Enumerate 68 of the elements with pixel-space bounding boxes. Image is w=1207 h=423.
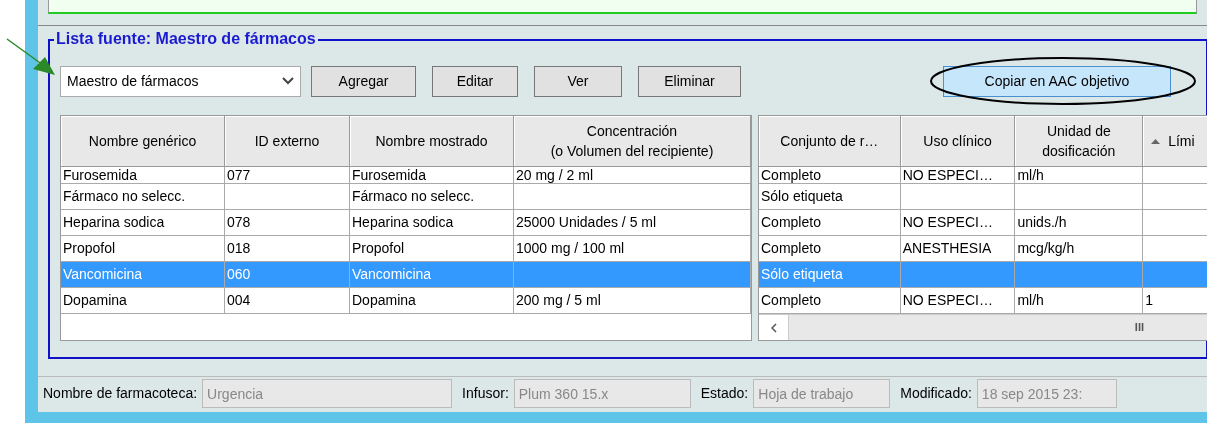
table-cell-text: Propofol [63,239,116,258]
table-cell-text: 078 [227,213,251,232]
table-row[interactable]: Fármaco no selecc. Fármaco no selecc. [61,184,751,210]
field-label: Infusor: [462,384,509,403]
table-row[interactable]: Sólo etiqueta [759,184,1207,210]
column-header[interactable]: Conjunto de r… [759,116,901,167]
column-header[interactable]: Nombre mostrado [350,116,514,167]
action-button[interactable]: Editar [432,65,518,97]
table-cell: Furosemida [63,167,137,183]
table-cell-text: 1000 mg / 100 ml [516,239,625,258]
table-cell-text: Completo [761,291,821,310]
table-row[interactable]: Completo NO ESPECI… ml/h 1 [759,288,1207,314]
source-dropdown[interactable]: Maestro de fármacos [60,65,301,97]
action-button[interactable]: Copiar en AAC objetivo [943,65,1171,97]
column-header[interactable]: Concentración (o Volumen del recipiente) [514,116,751,167]
table-cell-text: 018 [227,239,251,258]
table-cell-text: mcg/kg/h [1017,239,1075,258]
table-row[interactable]: Propofol 018 Propofol 1000 mg / 100 ml [61,236,751,262]
table-cell-text: Completo [761,213,821,232]
table-cell-text: Completo [761,239,821,258]
table-cell-text: Fármaco no selecc. [63,187,186,206]
table-cell-text: 25000 Unidades / 5 ml [516,213,657,232]
scrollbar-grip[interactable]: III [1134,319,1144,336]
scroll-left-icon[interactable] [770,322,777,333]
table-row[interactable]: Dopamina 004 Dopamina 200 mg / 5 ml [61,288,751,314]
column-header[interactable]: Uso clínico [900,116,1016,167]
table-cell: 077 [227,167,251,183]
table-cell-text: 200 mg / 5 ml [516,291,601,310]
table-cell-text: ml/h [1017,291,1044,310]
table-cell-text: 060 [227,265,251,284]
table-cell-text: unids./h [1017,213,1067,232]
table-cell-text: Dopamina [352,291,416,310]
chevron-down-icon [282,77,294,85]
table-cell-text: Heparina sodica [352,213,454,232]
table-cell: NO ESPECI… [902,167,993,183]
table-cell: ml/h [1017,167,1044,183]
table-cell-text: Sólo etiqueta [761,187,843,206]
table-cell-text: Dopamina [63,291,127,310]
action-button[interactable]: Ver [534,65,622,97]
table-cell: 20 mg / 2 ml [516,167,594,183]
table-cell-text: Heparina sodica [63,213,165,232]
table-cell: Furosemida [352,167,426,183]
table-row[interactable]: Heparina sodica 078 Heparina sodica 25000 Unidades / 5 ml [61,210,751,236]
sort-ascending-icon [1151,138,1161,144]
column-header[interactable]: Nombre genérico [61,116,225,167]
table-row[interactable]: Completo NO ESPECI… unids./h [759,210,1207,236]
table-cell-text: Vancomicina [352,265,432,284]
table-cell-text: Sólo etiqueta [761,265,843,284]
arrow-annotation [5,37,57,77]
action-button[interactable]: Eliminar [638,65,741,97]
field-label: Estado: [700,384,749,403]
table-cell-text: ANESTHESIA [902,239,992,258]
field-label: Modificado: [900,384,972,403]
table-cell-text: NO ESPECI… [902,291,993,310]
table-cell-text: 004 [227,291,251,310]
horizontal-scrollbar[interactable]: III [759,314,1207,340]
table-row[interactable]: Completo NO ESPECI… ml/h [759,167,1207,184]
table-cell: Completo [761,167,821,183]
table-cell-text: Vancomicina [63,265,143,284]
column-header[interactable]: ID externo [225,116,350,167]
table-cell-text: 1 [1145,291,1153,310]
table-cell-text: NO ESPECI… [902,213,993,232]
table-row[interactable]: Furosemida 077 Furosemida 20 mg / 2 ml [61,167,751,184]
table-cell-text: Propofol [352,239,405,258]
table-cell-text: Fármaco no selecc. [352,187,475,206]
field-label: Nombre de farmacoteca: [43,384,198,403]
action-button[interactable]: Agregar [311,65,416,97]
table-row[interactable]: Completo ANESTHESIA mcg/kg/h [759,236,1207,262]
